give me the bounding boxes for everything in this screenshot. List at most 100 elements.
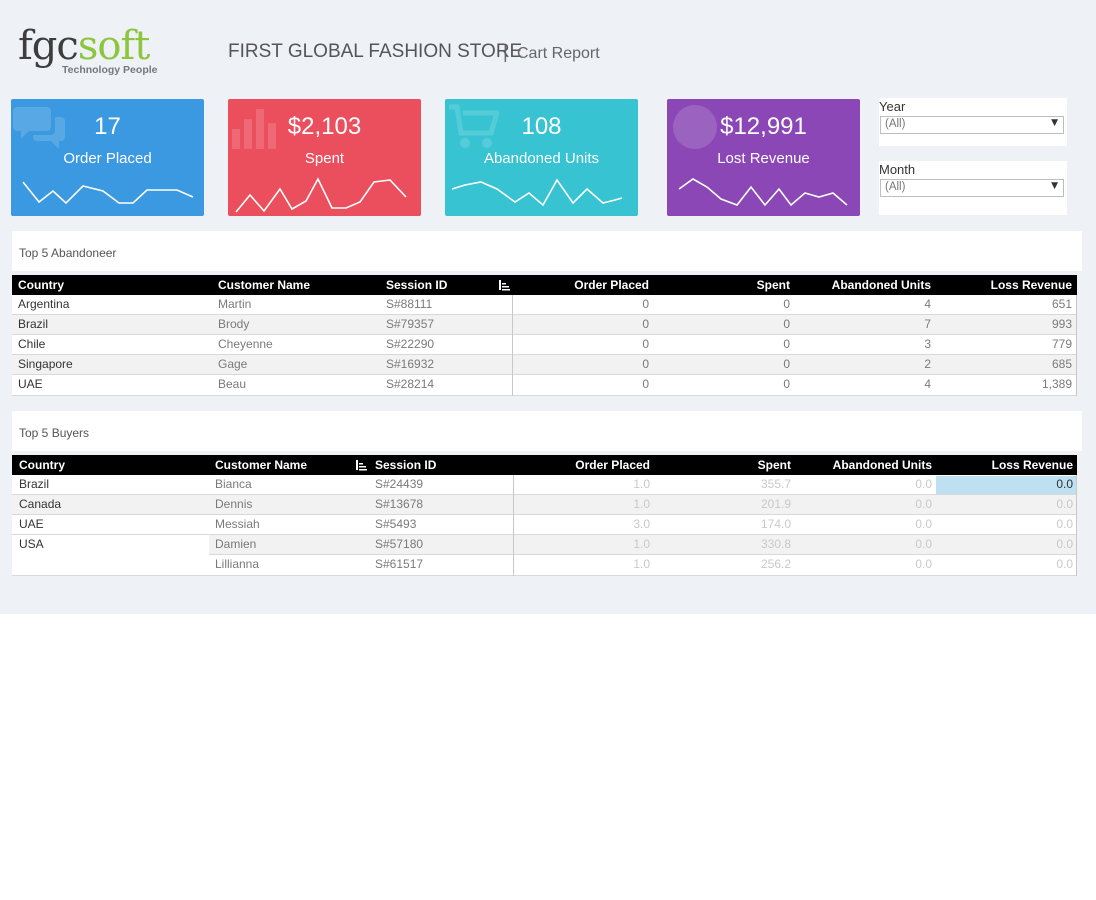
table-border-right [1076,475,1077,576]
company-logo: fgcsoft Technology People [18,24,168,80]
cell-spent: 0 [783,337,790,351]
sort-icon[interactable] [355,459,367,471]
column-header-country[interactable]: Country [18,278,64,292]
cell-country: USA [19,537,44,551]
kpi-card-abandoned-units[interactable]: 108 Abandoned Units [445,99,638,216]
cell-spent: 330.8 [760,537,791,551]
year-dropdown[interactable]: (All) ▼ [880,116,1064,134]
cell-customer: Damien [215,537,257,551]
table-row[interactable]: UAE Messiah S#5493 3.0 174.0 0.0 0.0 [12,515,1077,535]
cell-country: Brazil [19,477,50,491]
cell-units: 0.0 [915,517,932,531]
cell-units: 3 [924,337,931,351]
logo-soft-text: soft [77,23,150,69]
column-header-spent[interactable]: Spent [757,278,790,292]
table-header: Country Customer Name Session ID Order P… [12,455,1077,475]
cell-spent: 0 [783,357,790,371]
table-row[interactable]: Lillianna S#61517 1.0 256.2 0.0 0.0 [12,555,1077,576]
month-filter-label: Month [879,162,916,177]
cell-country: Brazil [18,317,49,331]
kpi-card-lost-revenue[interactable]: $12,991 Lost Revenue [667,99,860,216]
abandoneer-title: Top 5 Abandoneer [19,246,117,260]
cell-loss: 0.0 [1056,477,1073,491]
cell-loss: 0.0 [1056,537,1073,551]
title-separator: | [503,42,508,62]
buyers-table: Country Customer Name Session ID Order P… [12,455,1077,576]
caret-down-icon[interactable]: ▼ [1051,118,1058,128]
column-header-session-id[interactable]: Session ID [386,278,447,292]
sparkline-lost-revenue [678,178,848,207]
cell-loss: 685 [1051,357,1072,371]
cell-country: Chile [18,337,46,351]
column-header-session-id[interactable]: Session ID [375,458,436,472]
kpi-value: 17 [94,113,121,140]
cell-customer: Gage [218,357,248,371]
cell-orders: 1.0 [633,557,650,571]
table-row[interactable]: Argentina Martin S#88111 0 0 4 651 [12,295,1077,315]
kpi-label: Abandoned Units [483,150,600,167]
cell-loss: 779 [1051,337,1072,351]
logo-fgc-text: fgc [18,23,79,69]
cell-session: S#61517 [375,557,424,571]
table-row[interactable]: UAE Beau S#28214 0 0 4 1,389 [12,375,1077,396]
kpi-card-order-placed[interactable]: 17 Order Placed [11,99,204,216]
cell-session: S#24439 [375,477,424,491]
cell-customer: Dennis [215,497,253,511]
kpi-label: Order Placed [63,150,152,167]
store-title: FIRST GLOBAL FASHION STORE [228,41,523,62]
abandoneer-table: Country Customer Name Session ID Order P… [12,275,1077,396]
column-header-order-placed[interactable]: Order Placed [575,458,650,472]
cell-session: S#57180 [375,537,424,551]
cell-orders: 1.0 [633,497,650,511]
cell-country: Argentina [18,297,70,311]
cell-loss: 993 [1051,317,1072,331]
column-header-customer-name[interactable]: Customer Name [218,278,310,292]
cell-spent: 256.2 [760,557,791,571]
cell-customer: Brody [218,317,250,331]
column-header-country[interactable]: Country [19,458,65,472]
caret-down-icon[interactable]: ▼ [1051,181,1058,191]
table-row[interactable]: Canada Dennis S#13678 1.0 201.9 0.0 0.0 [12,495,1077,515]
cell-orders: 3.0 [633,517,650,531]
kpi-card-spent[interactable]: $2,103 Spent [228,99,421,216]
cell-spent: 0 [783,317,790,331]
cell-customer: Bianca [215,477,252,491]
buyers-section-header: Top 5 Buyers [12,411,1082,451]
column-header-abandoned-units[interactable]: Abandoned Units [832,278,931,292]
column-header-abandoned-units[interactable]: Abandoned Units [833,458,932,472]
year-filter: Year (All) ▼ [879,98,1067,146]
kpi-value: $2,103 [287,113,362,140]
kpi-value: $12,991 [720,113,807,140]
cell-units: 0.0 [915,557,932,571]
sort-icon[interactable] [498,279,510,291]
cell-loss: 1,389 [1041,377,1072,391]
cell-session: S#88111 [386,297,433,311]
cell-orders: 1.0 [633,477,650,491]
cell-loss: 0.0 [1056,497,1073,511]
table-row[interactable]: USA Damien S#57180 1.0 330.8 0.0 0.0 [12,535,1077,555]
table-row[interactable]: Singapore Gage S#16932 0 0 2 685 [12,355,1077,375]
cell-spent: 0 [783,297,790,311]
column-header-order-placed[interactable]: Order Placed [574,278,649,292]
column-header-loss-revenue[interactable]: Loss Revenue [992,458,1073,472]
table-row[interactable]: Chile Cheyenne S#22290 0 0 3 779 [12,335,1077,355]
table-row[interactable]: Brazil Brody S#79357 0 0 7 993 [12,315,1077,335]
buyers-title: Top 5 Buyers [19,426,90,440]
column-header-spent[interactable]: Spent [758,458,791,472]
cell-orders: 0 [642,317,649,331]
month-filter: Month (All) ▼ [879,161,1067,215]
kpi-value: 108 [521,113,562,140]
column-divider [512,295,513,396]
column-header-loss-revenue[interactable]: Loss Revenue [991,278,1072,292]
cell-orders: 0 [642,297,649,311]
cell-customer: Messiah [215,517,260,531]
year-filter-label: Year [879,99,906,114]
month-dropdown[interactable]: (All) ▼ [880,179,1064,197]
report-title: Cart Report [517,45,600,62]
cell-session: S#22290 [386,337,435,351]
sparkline-spent [235,177,407,213]
cell-units: 4 [924,377,931,391]
table-row[interactable]: Brazil Bianca S#24439 1.0 355.7 0.0 0.0 [12,475,1077,495]
cell-country: Singapore [18,357,73,371]
column-header-customer-name[interactable]: Customer Name [215,458,307,472]
